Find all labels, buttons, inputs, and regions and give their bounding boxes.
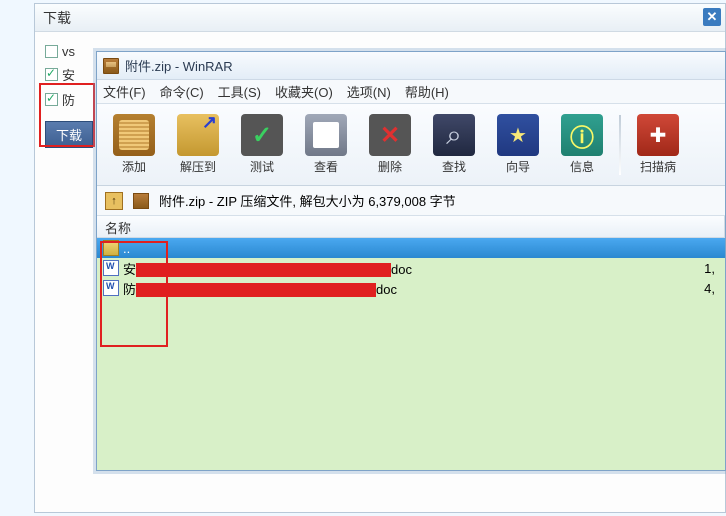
archive-icon: [103, 58, 119, 74]
archive-icon: [133, 193, 149, 209]
list-header: 名称: [97, 216, 725, 238]
menu-bar: 文件(F) 命令(C) 工具(S) 收藏夹(O) 选项(N) 帮助(H): [97, 80, 725, 104]
winrar-title-bar[interactable]: 附件.zip - WinRAR: [97, 52, 725, 80]
add-button[interactable]: 添加: [103, 107, 165, 183]
menu-tools[interactable]: 工具(S): [218, 82, 261, 101]
add-icon: [113, 114, 155, 156]
scan-icon: [637, 114, 679, 156]
redacted-text: [136, 263, 391, 277]
doc-icon: [103, 260, 119, 276]
list-item-parent[interactable]: ..: [97, 238, 725, 258]
test-icon: [241, 114, 283, 156]
winrar-title-text: 附件.zip - WinRAR: [125, 56, 233, 75]
file-name: 防doc: [123, 279, 685, 298]
menu-help[interactable]: 帮助(H): [405, 82, 449, 101]
view-icon: [305, 114, 347, 156]
wizard-icon: [497, 114, 539, 156]
checkbox-label: 防: [62, 90, 75, 109]
winrar-window: 附件.zip - WinRAR 文件(F) 命令(C) 工具(S) 收藏夹(O)…: [96, 51, 726, 471]
file-list[interactable]: .. 安doc 1, 防doc 4,: [97, 238, 725, 470]
menu-favorites[interactable]: 收藏夹(O): [275, 82, 333, 101]
up-button[interactable]: ↑: [105, 192, 123, 210]
list-item[interactable]: 安doc 1,: [97, 258, 725, 278]
toolbar-separator: [619, 115, 621, 175]
download-title-bar: 下载 ✕: [35, 4, 725, 32]
find-button[interactable]: 查找: [423, 107, 485, 183]
menu-file[interactable]: 文件(F): [103, 82, 146, 101]
test-button[interactable]: 测试: [231, 107, 293, 183]
extract-icon: [177, 114, 219, 156]
column-name[interactable]: 名称: [97, 216, 725, 237]
scan-button[interactable]: 扫描病: [627, 107, 689, 183]
close-icon[interactable]: ✕: [703, 8, 721, 26]
file-name: ..: [123, 241, 719, 256]
redacted-text: [136, 283, 376, 297]
menu-command[interactable]: 命令(C): [160, 82, 204, 101]
checkbox-label: vs: [62, 44, 75, 59]
extract-button[interactable]: 解压到: [167, 107, 229, 183]
folder-icon: [103, 240, 119, 256]
path-text: 附件.zip - ZIP 压缩文件, 解包大小为 6,379,008 字节: [159, 191, 456, 210]
checkbox-label: 安: [62, 65, 75, 84]
checkbox-icon[interactable]: [45, 93, 58, 106]
info-icon: [561, 114, 603, 156]
doc-icon: [103, 280, 119, 296]
delete-button[interactable]: 删除: [359, 107, 421, 183]
toolbar: 添加 解压到 测试 查看 删除 查找 向导 信息 扫描病: [97, 104, 725, 186]
download-button[interactable]: 下载: [45, 121, 93, 148]
delete-icon: [369, 114, 411, 156]
find-icon: [433, 114, 475, 156]
info-button[interactable]: 信息: [551, 107, 613, 183]
file-size: 1,: [689, 261, 719, 276]
download-title-text: 下载: [43, 10, 71, 26]
wizard-button[interactable]: 向导: [487, 107, 549, 183]
path-bar: ↑ 附件.zip - ZIP 压缩文件, 解包大小为 6,379,008 字节: [97, 186, 725, 216]
checkbox-icon[interactable]: [45, 68, 58, 81]
checkbox-icon[interactable]: [45, 45, 58, 58]
file-name: 安doc: [123, 259, 685, 278]
view-button[interactable]: 查看: [295, 107, 357, 183]
file-size: 4,: [689, 281, 719, 296]
list-item[interactable]: 防doc 4,: [97, 278, 725, 298]
menu-options[interactable]: 选项(N): [347, 82, 391, 101]
